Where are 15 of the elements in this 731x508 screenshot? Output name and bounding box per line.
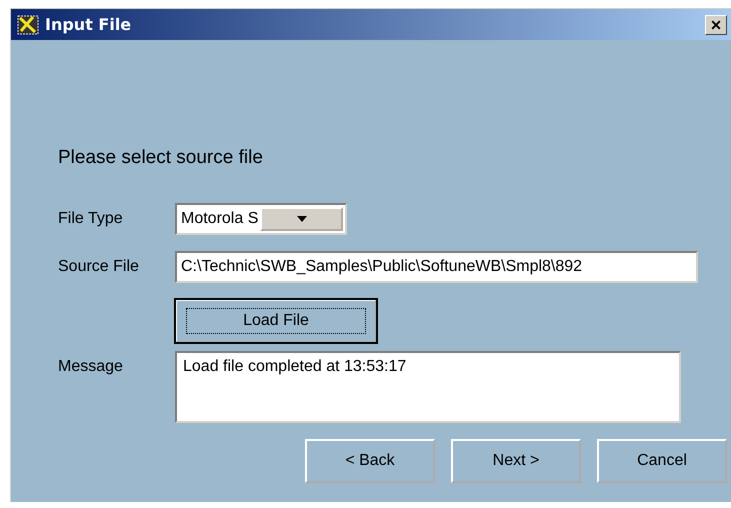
dropdown-arrow-icon bbox=[296, 216, 306, 222]
wizard-button[interactable]: Next > bbox=[451, 438, 581, 482]
source-file-field[interactable]: C:\Technic\SWB_Samples\Public\SoftuneWB\Smpl8\892 bbox=[175, 250, 698, 282]
app-icon bbox=[15, 12, 41, 36]
load-file-button[interactable]: Load File bbox=[175, 298, 377, 342]
instruction-text: Please select source file bbox=[58, 146, 264, 170]
field-label: File Type bbox=[58, 208, 124, 228]
window-title: Input File bbox=[45, 14, 132, 36]
wizard-button[interactable]: < Back bbox=[305, 438, 435, 482]
wizard-button[interactable]: Cancel bbox=[597, 438, 727, 482]
file-type-dropdown[interactable]: Motorola S bbox=[175, 202, 347, 234]
field-label: Source File bbox=[58, 256, 140, 276]
close-button[interactable]: × bbox=[705, 14, 727, 34]
message-box[interactable]: Load file completed at 13:53:17 bbox=[175, 350, 681, 422]
field-label: Message bbox=[58, 356, 124, 376]
